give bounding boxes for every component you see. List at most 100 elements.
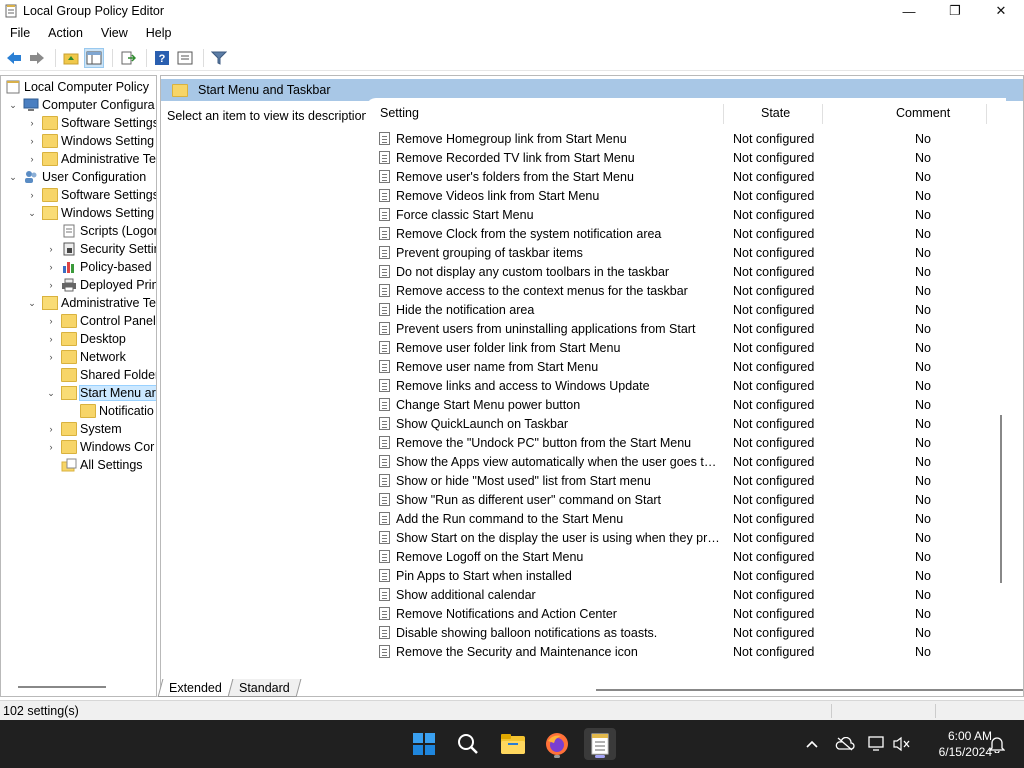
vertical-scrollbar[interactable] bbox=[1000, 415, 1002, 583]
tree-uc-policy-based[interactable]: › Policy-based bbox=[45, 258, 152, 276]
policy-setting-row[interactable]: Remove links and access to Windows Updat… bbox=[366, 376, 1006, 395]
tab-standard[interactable]: Standard bbox=[227, 679, 301, 697]
expand-chevron-icon[interactable]: › bbox=[45, 315, 57, 327]
expand-chevron-icon[interactable]: › bbox=[45, 423, 57, 435]
onedrive-offline-icon[interactable] bbox=[835, 734, 855, 754]
policy-setting-row[interactable]: Change Start Menu power button Not config… bbox=[366, 395, 1006, 414]
tree-horizontal-scrollbar[interactable] bbox=[18, 686, 106, 688]
properties-icon[interactable] bbox=[175, 48, 195, 68]
collapse-chevron-icon[interactable]: ⌄ bbox=[26, 207, 38, 219]
policy-setting-row[interactable]: Show the Apps view automatically when th… bbox=[366, 452, 1006, 471]
policy-setting-row[interactable]: Remove Logoff on the Start Menu Not confi… bbox=[366, 547, 1006, 566]
tree-cc-windows-settings[interactable]: › Windows Setting bbox=[26, 132, 154, 150]
policy-setting-row[interactable]: Remove user's folders from the Start Men… bbox=[366, 167, 1006, 186]
tree-computer-configuration[interactable]: ⌄ Computer Configura bbox=[7, 96, 154, 114]
show-hide-tree-icon[interactable] bbox=[84, 47, 104, 68]
tree-user-configuration[interactable]: ⌄ User Configuration bbox=[7, 168, 146, 186]
column-header-state[interactable]: State bbox=[761, 100, 790, 126]
maximize-button[interactable]: ❐ bbox=[932, 0, 978, 22]
policy-setting-row[interactable]: Remove the "Undock PC" button from the S… bbox=[366, 433, 1006, 452]
collapse-chevron-icon[interactable]: ⌄ bbox=[7, 99, 19, 111]
expand-chevron-icon[interactable]: › bbox=[45, 333, 57, 345]
policy-setting-row[interactable]: Remove access to the context menus for t… bbox=[366, 281, 1006, 300]
policy-setting-row[interactable]: Show or hide "Most used" list from Start… bbox=[366, 471, 1006, 490]
volume-muted-icon[interactable] bbox=[892, 734, 912, 754]
policy-setting-row[interactable]: Prevent grouping of taskbar items Not con… bbox=[366, 243, 1006, 262]
tree-at-windows-components[interactable]: › Windows Cor bbox=[45, 438, 154, 456]
expand-chevron-icon[interactable]: › bbox=[45, 261, 57, 273]
firefox-button[interactable] bbox=[541, 728, 573, 760]
tab-extended[interactable]: Extended bbox=[157, 679, 234, 697]
menu-help[interactable]: Help bbox=[136, 26, 180, 40]
tree-local-computer-policy[interactable]: Local Computer Policy bbox=[5, 78, 149, 96]
tree-cc-administrative-templates[interactable]: › Administrative Te bbox=[26, 150, 156, 168]
policy-setting-row[interactable]: Show "Run as different user" command on … bbox=[366, 490, 1006, 509]
tree-uc-windows-settings[interactable]: ⌄ Windows Setting bbox=[26, 204, 154, 222]
expand-chevron-icon[interactable]: › bbox=[26, 135, 38, 147]
policy-setting-row[interactable]: Remove Clock from the system notificatio… bbox=[366, 224, 1006, 243]
tree-uc-deployed-printers[interactable]: › Deployed Prin bbox=[45, 276, 157, 294]
policy-setting-row[interactable]: Force classic Start Menu Not configured No bbox=[366, 205, 1006, 224]
up-folder-icon[interactable] bbox=[61, 48, 81, 68]
policy-setting-row[interactable]: Remove user folder link from Start Menu N… bbox=[366, 338, 1006, 357]
column-header-setting[interactable]: Setting bbox=[380, 100, 419, 126]
menu-file[interactable]: File bbox=[0, 26, 38, 40]
group-policy-editor-taskbar-button[interactable] bbox=[584, 728, 616, 760]
policy-setting-row[interactable]: Show QuickLaunch on Taskbar Not configure… bbox=[366, 414, 1006, 433]
network-icon[interactable] bbox=[867, 734, 887, 754]
policy-setting-row[interactable]: Remove Homegroup link from Start Menu Not… bbox=[366, 129, 1006, 148]
collapse-chevron-icon[interactable]: ⌄ bbox=[45, 387, 57, 399]
search-button[interactable] bbox=[452, 728, 484, 760]
expand-chevron-icon[interactable]: › bbox=[45, 351, 57, 363]
settings-list[interactable]: Setting State Comment Remove Homegroup l… bbox=[366, 98, 1023, 691]
expand-chevron-icon[interactable]: › bbox=[26, 153, 38, 165]
show-hidden-icons-chevron-icon[interactable] bbox=[802, 734, 822, 754]
expand-chevron-icon[interactable]: › bbox=[45, 279, 57, 291]
policy-setting-row[interactable]: Pin Apps to Start when installed Not conf… bbox=[366, 566, 1006, 585]
menu-view[interactable]: View bbox=[91, 26, 136, 40]
collapse-chevron-icon[interactable]: ⌄ bbox=[7, 171, 19, 183]
tree-uc-security-settings[interactable]: › Security Settin bbox=[45, 240, 157, 258]
tree-at-all-settings[interactable]: All Settings bbox=[61, 456, 143, 474]
forward-arrow-icon[interactable] bbox=[27, 48, 47, 68]
start-button[interactable] bbox=[408, 728, 440, 760]
menu-action[interactable]: Action bbox=[38, 26, 91, 40]
expand-chevron-icon[interactable]: › bbox=[26, 117, 38, 129]
policy-setting-row[interactable]: Add the Run command to the Start Menu Not… bbox=[366, 509, 1006, 528]
tree-at-start-menu[interactable]: ⌄ Start Menu ar bbox=[45, 384, 156, 402]
column-header-comment[interactable]: Comment bbox=[896, 100, 950, 126]
notification-bell-icon[interactable] bbox=[987, 734, 1007, 754]
minimize-button[interactable]: — bbox=[886, 0, 932, 22]
policy-setting-row[interactable]: Remove the Security and Maintenance icon… bbox=[366, 642, 1006, 661]
help-icon[interactable]: ? bbox=[152, 48, 172, 68]
console-tree[interactable]: Local Computer Policy ⌄ Computer Configu… bbox=[0, 75, 157, 697]
file-explorer-button[interactable] bbox=[497, 728, 529, 760]
expand-chevron-icon[interactable]: › bbox=[26, 189, 38, 201]
policy-setting-row[interactable]: Show Start on the display the user is us… bbox=[366, 528, 1006, 547]
expand-chevron-icon[interactable]: › bbox=[45, 243, 57, 255]
tree-uc-scripts[interactable]: Scripts (Logon bbox=[61, 222, 156, 240]
policy-setting-row[interactable]: Remove Recorded TV link from Start Menu N… bbox=[366, 148, 1006, 167]
back-arrow-icon[interactable] bbox=[4, 48, 24, 68]
expand-chevron-icon[interactable]: › bbox=[45, 441, 57, 453]
policy-setting-row[interactable]: Hide the notification area Not configured… bbox=[366, 300, 1006, 319]
tree-at-system[interactable]: › System bbox=[45, 420, 122, 438]
close-button[interactable]: ✕ bbox=[978, 0, 1024, 22]
system-clock[interactable]: 6:00 AM 6/15/2024 bbox=[914, 728, 992, 760]
policy-setting-row[interactable]: Prevent users from uninstalling applicat… bbox=[366, 319, 1006, 338]
tree-at-control-panel[interactable]: › Control Panel bbox=[45, 312, 156, 330]
policy-setting-row[interactable]: Do not display any custom toolbars in th… bbox=[366, 262, 1006, 281]
policy-setting-row[interactable]: Disable showing balloon notifications as… bbox=[366, 623, 1006, 642]
tree-at-desktop[interactable]: › Desktop bbox=[45, 330, 126, 348]
tree-cc-software-settings[interactable]: › Software Settings bbox=[26, 114, 156, 132]
horizontal-scrollbar[interactable] bbox=[596, 689, 1023, 691]
tree-at-shared-folders[interactable]: Shared Folder bbox=[61, 366, 156, 384]
tree-uc-administrative-templates[interactable]: ⌄ Administrative Te bbox=[26, 294, 156, 312]
policy-setting-row[interactable]: Show additional calendar Not configured No bbox=[366, 585, 1006, 604]
tree-at-network[interactable]: › Network bbox=[45, 348, 126, 366]
policy-setting-row[interactable]: Remove Notifications and Action Center No… bbox=[366, 604, 1006, 623]
tree-at-notifications[interactable]: Notificatio bbox=[80, 402, 154, 420]
tree-uc-software-settings[interactable]: › Software Settings bbox=[26, 186, 156, 204]
collapse-chevron-icon[interactable]: ⌄ bbox=[26, 297, 38, 309]
filter-icon[interactable] bbox=[209, 48, 229, 68]
